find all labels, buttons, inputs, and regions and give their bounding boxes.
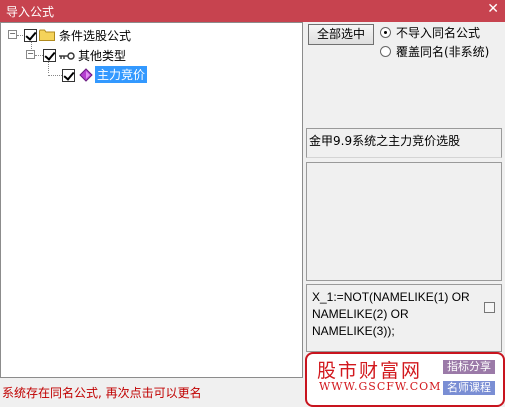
formula-info-text: 金甲9.9系统之主力竞价选股	[309, 134, 461, 148]
watermark-url: WWW.GSCFW.COM	[319, 380, 442, 393]
no-import-radio[interactable]	[380, 27, 391, 38]
window-title: 导入公式	[6, 5, 55, 19]
watermark-tag-share: 指标分享	[443, 360, 495, 374]
collapse-toggle-icon[interactable]: −	[26, 50, 35, 59]
overwrite-label[interactable]: 覆盖同名(非系统)	[396, 43, 489, 60]
code-box-checkbox[interactable]	[484, 302, 495, 313]
tree-leaf-label[interactable]: 主力竞价	[95, 66, 148, 83]
watermark-tag-course: 名师课程	[443, 381, 495, 395]
no-import-label[interactable]: 不导入同名公式	[396, 24, 480, 41]
tree-root-label[interactable]: 条件选股公式	[59, 27, 131, 44]
tree-root-checkbox[interactable]	[24, 29, 37, 42]
overwrite-radio[interactable]	[380, 46, 391, 57]
tree-connector	[48, 75, 62, 76]
tree-leaf-checkbox[interactable]	[62, 69, 75, 82]
formula-description-box	[306, 162, 502, 281]
gem-icon	[79, 68, 93, 82]
site-watermark: 股市财富网 WWW.GSCFW.COM 指标分享 名师课程	[305, 352, 505, 407]
formula-tree[interactable]: − 条件选股公式 − 其他类型 主力竞价	[0, 22, 303, 378]
close-icon[interactable]: ✕	[487, 1, 499, 17]
collapse-toggle-icon[interactable]: −	[8, 30, 17, 39]
tree-child-checkbox[interactable]	[43, 49, 56, 62]
title-bar: 导入公式 ✕	[0, 0, 505, 22]
folder-icon	[39, 29, 55, 41]
watermark-title: 股市财富网	[317, 360, 423, 382]
key-icon	[59, 52, 75, 60]
formula-info-box: 金甲9.9系统之主力竞价选股	[306, 128, 502, 158]
formula-code-text: X_1:=NOT(NAMELIKE(1) OR NAMELIKE(2) OR N…	[312, 290, 470, 338]
select-all-button[interactable]: 全部选中	[308, 24, 374, 45]
status-message: 系统存在同名公式, 再次点击可以更名	[2, 386, 202, 400]
tree-connector	[35, 55, 43, 56]
formula-code-box: X_1:=NOT(NAMELIKE(1) OR NAMELIKE(2) OR N…	[306, 284, 502, 352]
tree-child-label[interactable]: 其他类型	[78, 47, 126, 64]
tree-connector	[48, 61, 49, 73]
